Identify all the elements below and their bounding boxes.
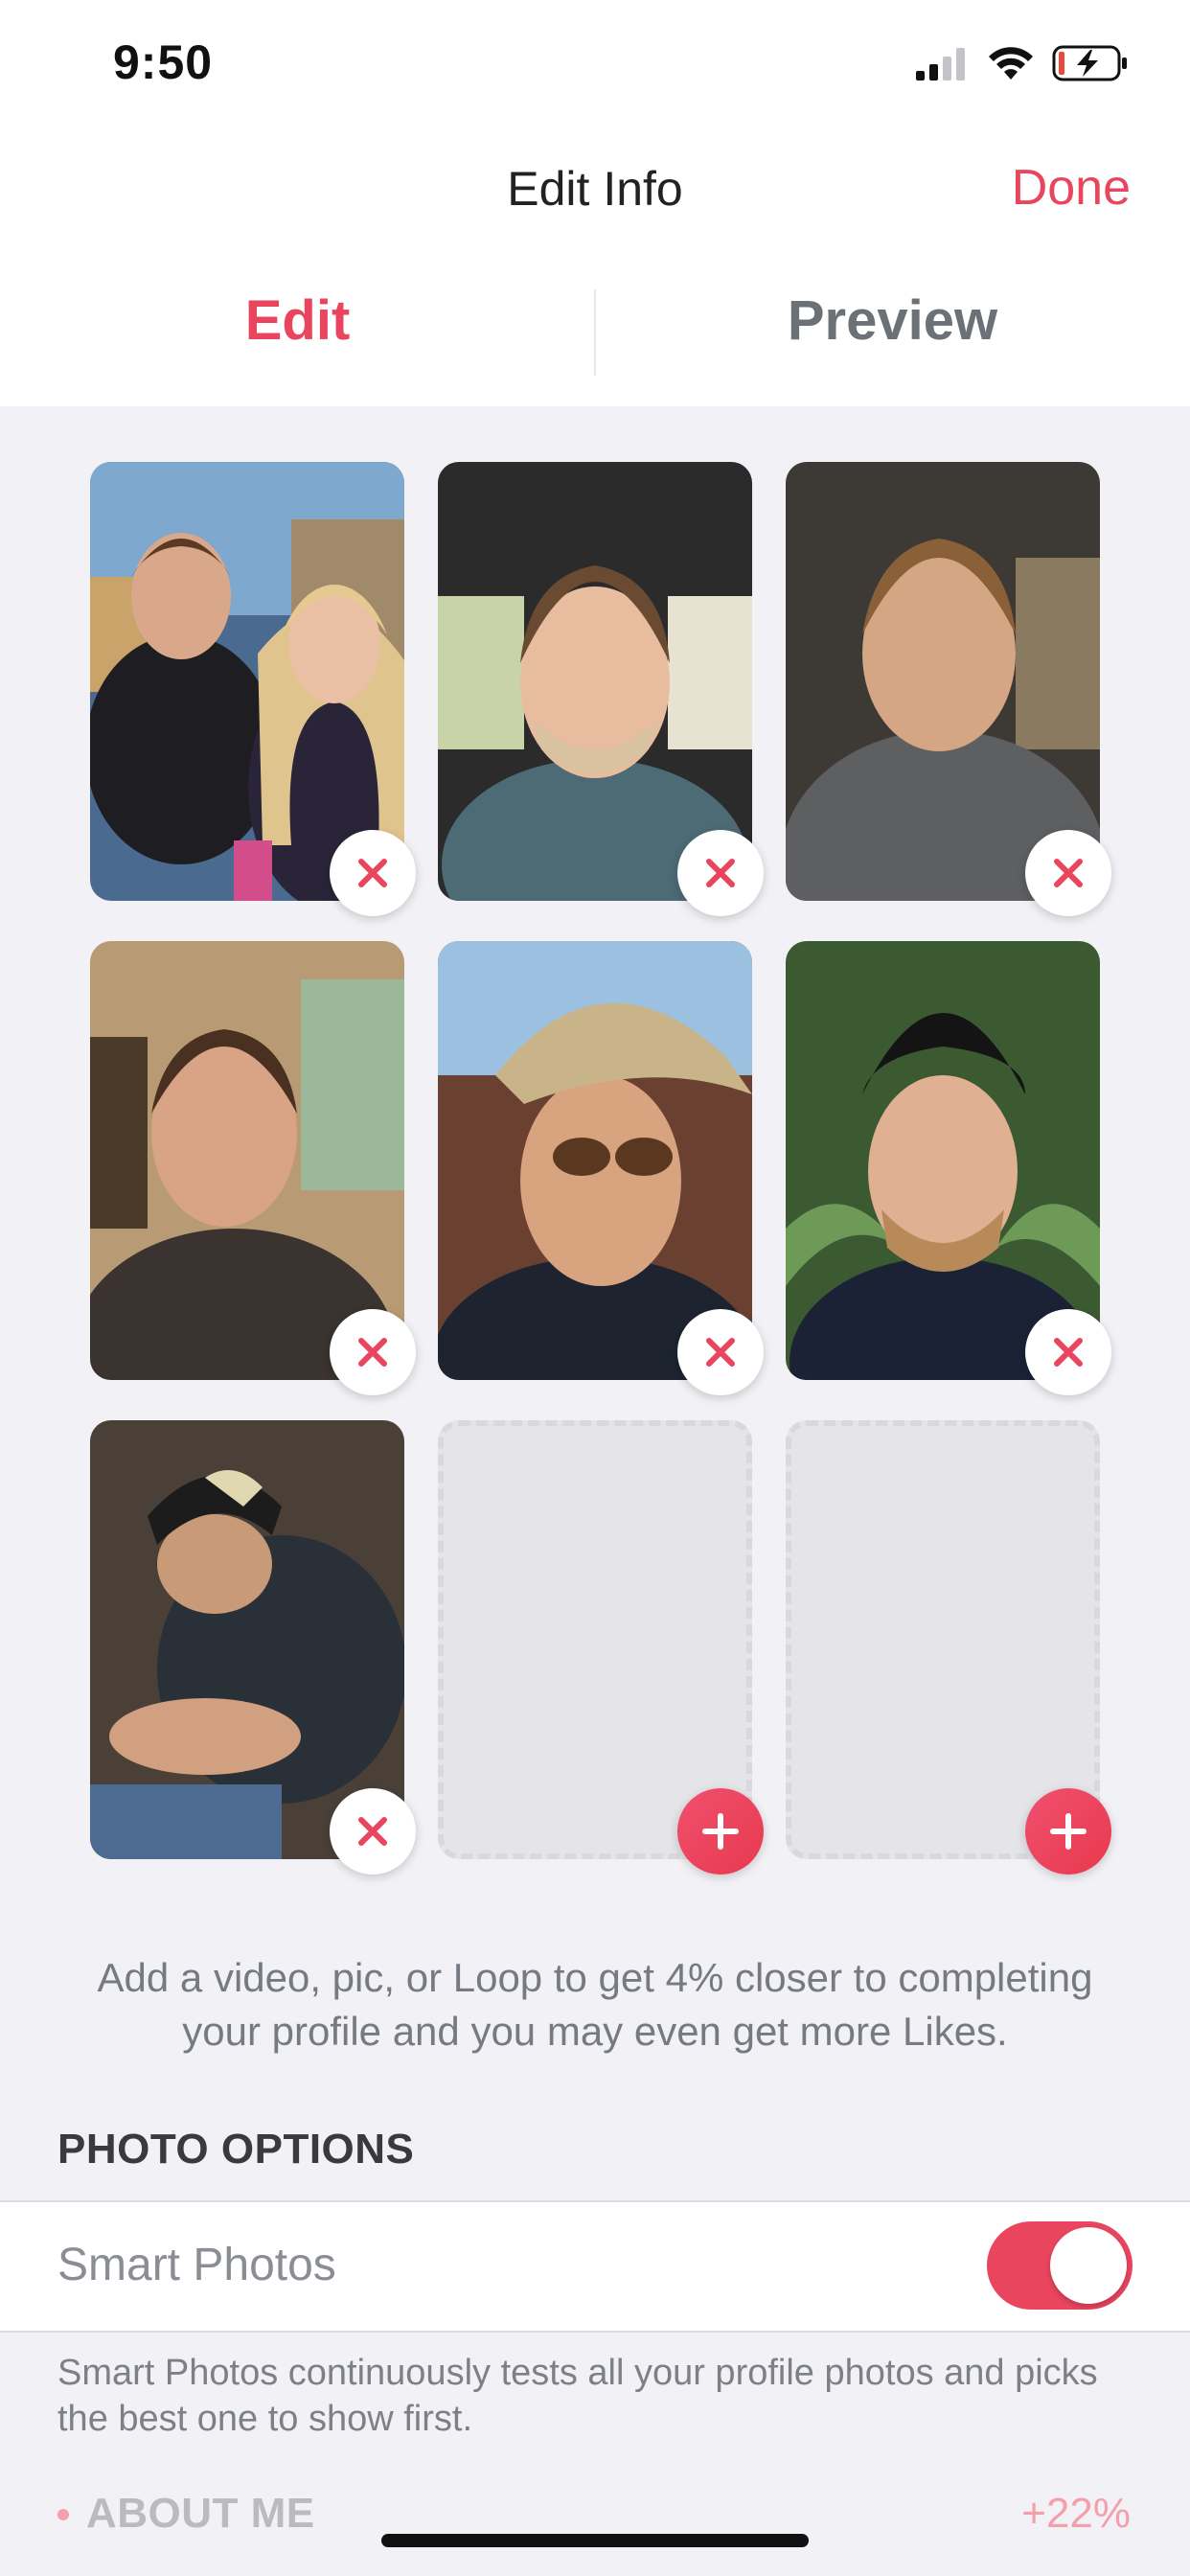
remove-photo-button[interactable]: [677, 1309, 764, 1395]
close-icon: [1054, 859, 1083, 887]
tab-divider: [594, 289, 596, 376]
smart-photos-label: Smart Photos: [57, 2240, 336, 2290]
incomplete-dot-icon: [57, 2509, 69, 2520]
photo-slot: [90, 462, 416, 916]
plus-icon: [1050, 1813, 1087, 1850]
remove-photo-button[interactable]: [330, 1309, 416, 1395]
section-title: PHOTO OPTIONS: [57, 2126, 415, 2173]
cellular-signal-icon: [916, 46, 970, 80]
home-indicator[interactable]: [381, 2534, 809, 2547]
photo-slot: [438, 1420, 764, 1874]
profile-completion-hint: Add a video, pic, or Loop to get 4% clos…: [97, 1955, 1093, 2054]
smart-photos-description: Smart Photos continuously tests all your…: [57, 2353, 1098, 2439]
status-bar: 9:50: [0, 0, 1190, 134]
remove-photo-button[interactable]: [677, 830, 764, 916]
add-photo-button[interactable]: [1025, 1788, 1111, 1874]
remove-photo-button[interactable]: [330, 1788, 416, 1874]
photo-slot: [438, 941, 764, 1395]
edit-info-screen: 9:50 Edit Info Done Edit Preview Add a v…: [0, 0, 1190, 2576]
about-me-percent: +22%: [1021, 2490, 1131, 2537]
done-button[interactable]: Done: [1012, 159, 1131, 217]
photo-options-header: PHOTO OPTIONS: [0, 2095, 1190, 2200]
plus-icon: [702, 1813, 739, 1850]
remove-photo-button[interactable]: [1025, 830, 1111, 916]
photo-grid: [90, 462, 1111, 1874]
photo-slot: [786, 1420, 1111, 1874]
tab-edit[interactable]: Edit: [0, 249, 595, 406]
close-icon: [358, 859, 387, 887]
smart-photos-row: Smart Photos: [0, 2200, 1190, 2333]
close-icon: [358, 1817, 387, 1846]
photo-slot: [438, 462, 764, 916]
close-icon: [358, 1338, 387, 1367]
photo-slot: [90, 941, 416, 1395]
close-icon: [1054, 1338, 1083, 1367]
status-icons: [916, 42, 1129, 84]
photo-slot: [786, 941, 1111, 1395]
smart-photos-toggle[interactable]: [987, 2221, 1133, 2310]
wifi-icon: [987, 45, 1035, 81]
photo-slot: [90, 1420, 416, 1874]
close-icon: [706, 1338, 735, 1367]
toggle-knob: [1050, 2227, 1127, 2304]
remove-photo-button[interactable]: [1025, 1309, 1111, 1395]
nav-bar: Edit Info Done: [0, 134, 1190, 249]
close-icon: [706, 859, 735, 887]
status-time: 9:50: [113, 35, 214, 89]
photo-slot: [786, 462, 1111, 916]
about-me-title: ABOUT ME: [86, 2490, 315, 2537]
tab-bar: Edit Preview: [0, 249, 1190, 406]
remove-photo-button[interactable]: [330, 830, 416, 916]
tab-preview[interactable]: Preview: [595, 249, 1190, 406]
add-photo-button[interactable]: [677, 1788, 764, 1874]
battery-charging-icon: [1052, 44, 1129, 82]
